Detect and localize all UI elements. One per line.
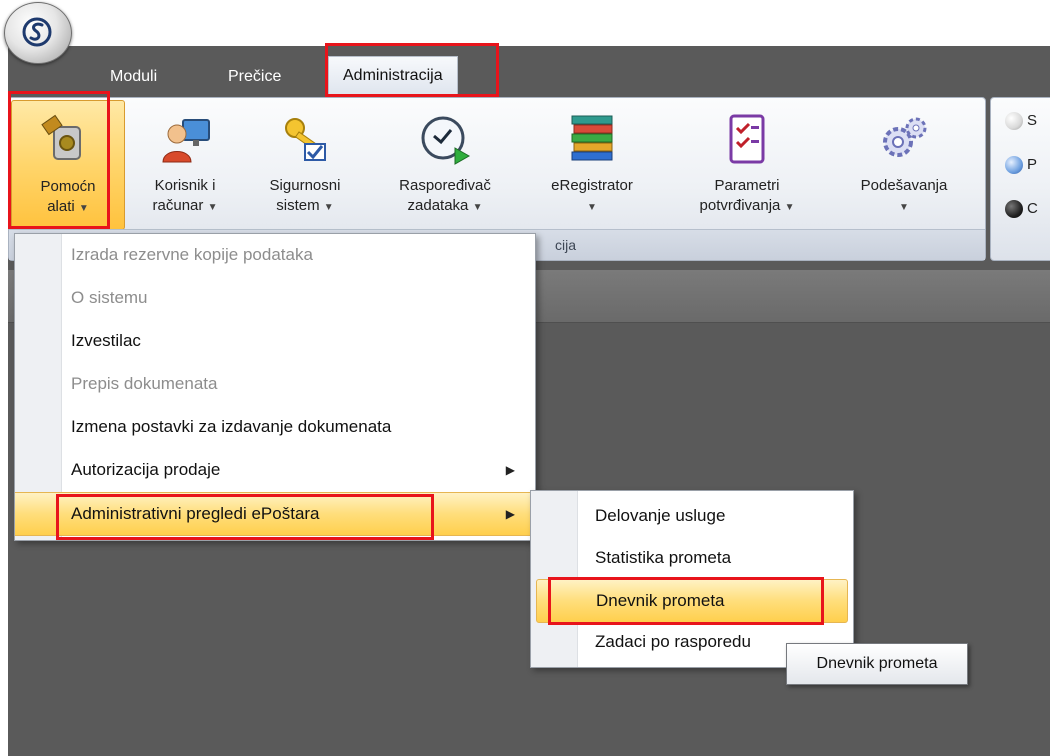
menu-item-izvestilac[interactable]: Izvestilac: [61, 320, 535, 362]
menu-item-autorizacija-prodaje[interactable]: Autorizacija prodaje ▶: [61, 449, 535, 491]
gray-indicator-icon: [1005, 112, 1023, 131]
submenu-item-dnevnik-prometa[interactable]: Dnevnik prometa: [536, 579, 848, 623]
ribbon-button-label-2: ▼: [529, 196, 655, 218]
submenu-arrow-icon: ▶: [505, 507, 515, 521]
pomocni-alati-button[interactable]: Pomoćn alati ▼: [11, 100, 125, 230]
menu-item-administrativni-pregledi[interactable]: Administrativni pregledi ePoštara ▶: [15, 492, 535, 536]
ribbon-button-label-2: ▼: [839, 196, 969, 218]
administrativni-pregledi-submenu: Delovanje usluge Statistika prometa Dnev…: [530, 490, 854, 668]
submenu-item-statistika-prometa[interactable]: Statistika prometa: [577, 537, 853, 579]
tool-plug-icon: [41, 114, 81, 160]
tab-precice[interactable]: Prečice: [228, 62, 281, 92]
checklist-icon: [729, 114, 765, 164]
tooltip: Dnevnik prometa: [786, 643, 968, 685]
dropdown-caret-icon: ▼: [78, 203, 89, 214]
menu-item-o-sistemu[interactable]: O sistemu: [61, 277, 535, 319]
menu-item-prepis-dokumenata[interactable]: Prepis dokumenata: [61, 363, 535, 405]
parametri-potvrdjivanja-button[interactable]: Parametri potvrđivanja ▼: [673, 100, 821, 228]
option-item-c[interactable]: C: [1005, 200, 1038, 222]
tab-administracija[interactable]: Administracija: [328, 56, 458, 95]
ribbon-button-label-2: alati ▼: [47, 198, 89, 215]
ribbon-button-label: Parametri: [714, 177, 780, 194]
ribbon-button-label: Sigurnosni: [269, 177, 341, 194]
ribbon-button-label: Podešavanja: [860, 177, 948, 194]
application-window: Moduli Prečice Administracija Pomoćn ala…: [0, 0, 1050, 756]
ribbon-group-label-text: cija: [555, 237, 577, 253]
dropdown-caret-icon: ▼: [207, 202, 218, 213]
option-item-s[interactable]: S: [1005, 112, 1037, 134]
dropdown-caret-icon: ▼: [472, 202, 483, 213]
app-logo-icon: [22, 17, 52, 47]
ribbon-button-label: Pomoćn: [40, 178, 96, 195]
option-label: S: [1027, 112, 1038, 129]
menu-item-izmena-postavki[interactable]: Izmena postavki za izdavanje dokumenata: [61, 406, 535, 448]
option-label: C: [1027, 200, 1038, 217]
ribbon-button-label-2: računar ▼: [152, 197, 218, 214]
books-icon: [571, 115, 613, 161]
rasporedjivac-zadataka-button[interactable]: Raspoređivač zadataka ▼: [377, 100, 513, 228]
ribbon-button-label: eRegistrator: [551, 177, 633, 194]
dropdown-caret-icon: ▼: [323, 202, 334, 213]
blue-indicator-icon: [1005, 156, 1023, 175]
korisnik-i-racunar-button[interactable]: Korisnik i računar ▼: [129, 100, 241, 228]
ribbon-tab-bar: Moduli Prečice Administracija: [8, 46, 1050, 98]
dropdown-caret-icon: ▼: [899, 202, 909, 213]
black-indicator-icon: [1005, 200, 1023, 219]
key-check-icon: [285, 118, 326, 161]
menu-item-rezervna-kopija[interactable]: Izrada rezervne kopije podataka: [61, 234, 535, 276]
sigurnosni-sistem-button[interactable]: Sigurnosni sistem ▼: [249, 100, 361, 228]
ribbon-button-label: Korisnik i: [154, 177, 216, 194]
ribbon-button-label-2: potvrđivanja ▼: [699, 197, 795, 214]
podesavanja-button[interactable]: Podešavanja ▼: [839, 100, 969, 228]
submenu-arrow-icon: ▶: [505, 463, 515, 477]
ribbon-panel-right: S P C: [990, 97, 1050, 261]
dropdown-caret-icon: ▼: [587, 202, 597, 213]
ribbon-button-label-2: sistem ▼: [276, 197, 334, 214]
menu-item-label: Administrativni pregledi ePoštara: [71, 504, 320, 523]
user-computer-icon: [162, 119, 210, 163]
option-label: P: [1027, 156, 1038, 173]
option-item-p[interactable]: P: [1005, 156, 1037, 178]
ribbon-button-label-2: zadataka ▼: [407, 197, 483, 214]
ribbon-button-label: Raspoređivač: [399, 177, 491, 194]
dropdown-caret-icon: ▼: [784, 202, 795, 213]
menu-item-label: Autorizacija prodaje: [71, 460, 221, 479]
tab-moduli[interactable]: Moduli: [110, 62, 157, 92]
eregistrator-button[interactable]: eRegistrator ▼: [529, 100, 655, 228]
clock-play-icon: [421, 116, 471, 165]
application-menu-button[interactable]: [4, 2, 72, 64]
submenu-item-delovanje-usluge[interactable]: Delovanje usluge: [577, 495, 853, 537]
pomocni-alati-dropdown-menu: Izrada rezervne kopije podataka O sistem…: [14, 233, 536, 541]
gears-icon: [883, 117, 927, 157]
